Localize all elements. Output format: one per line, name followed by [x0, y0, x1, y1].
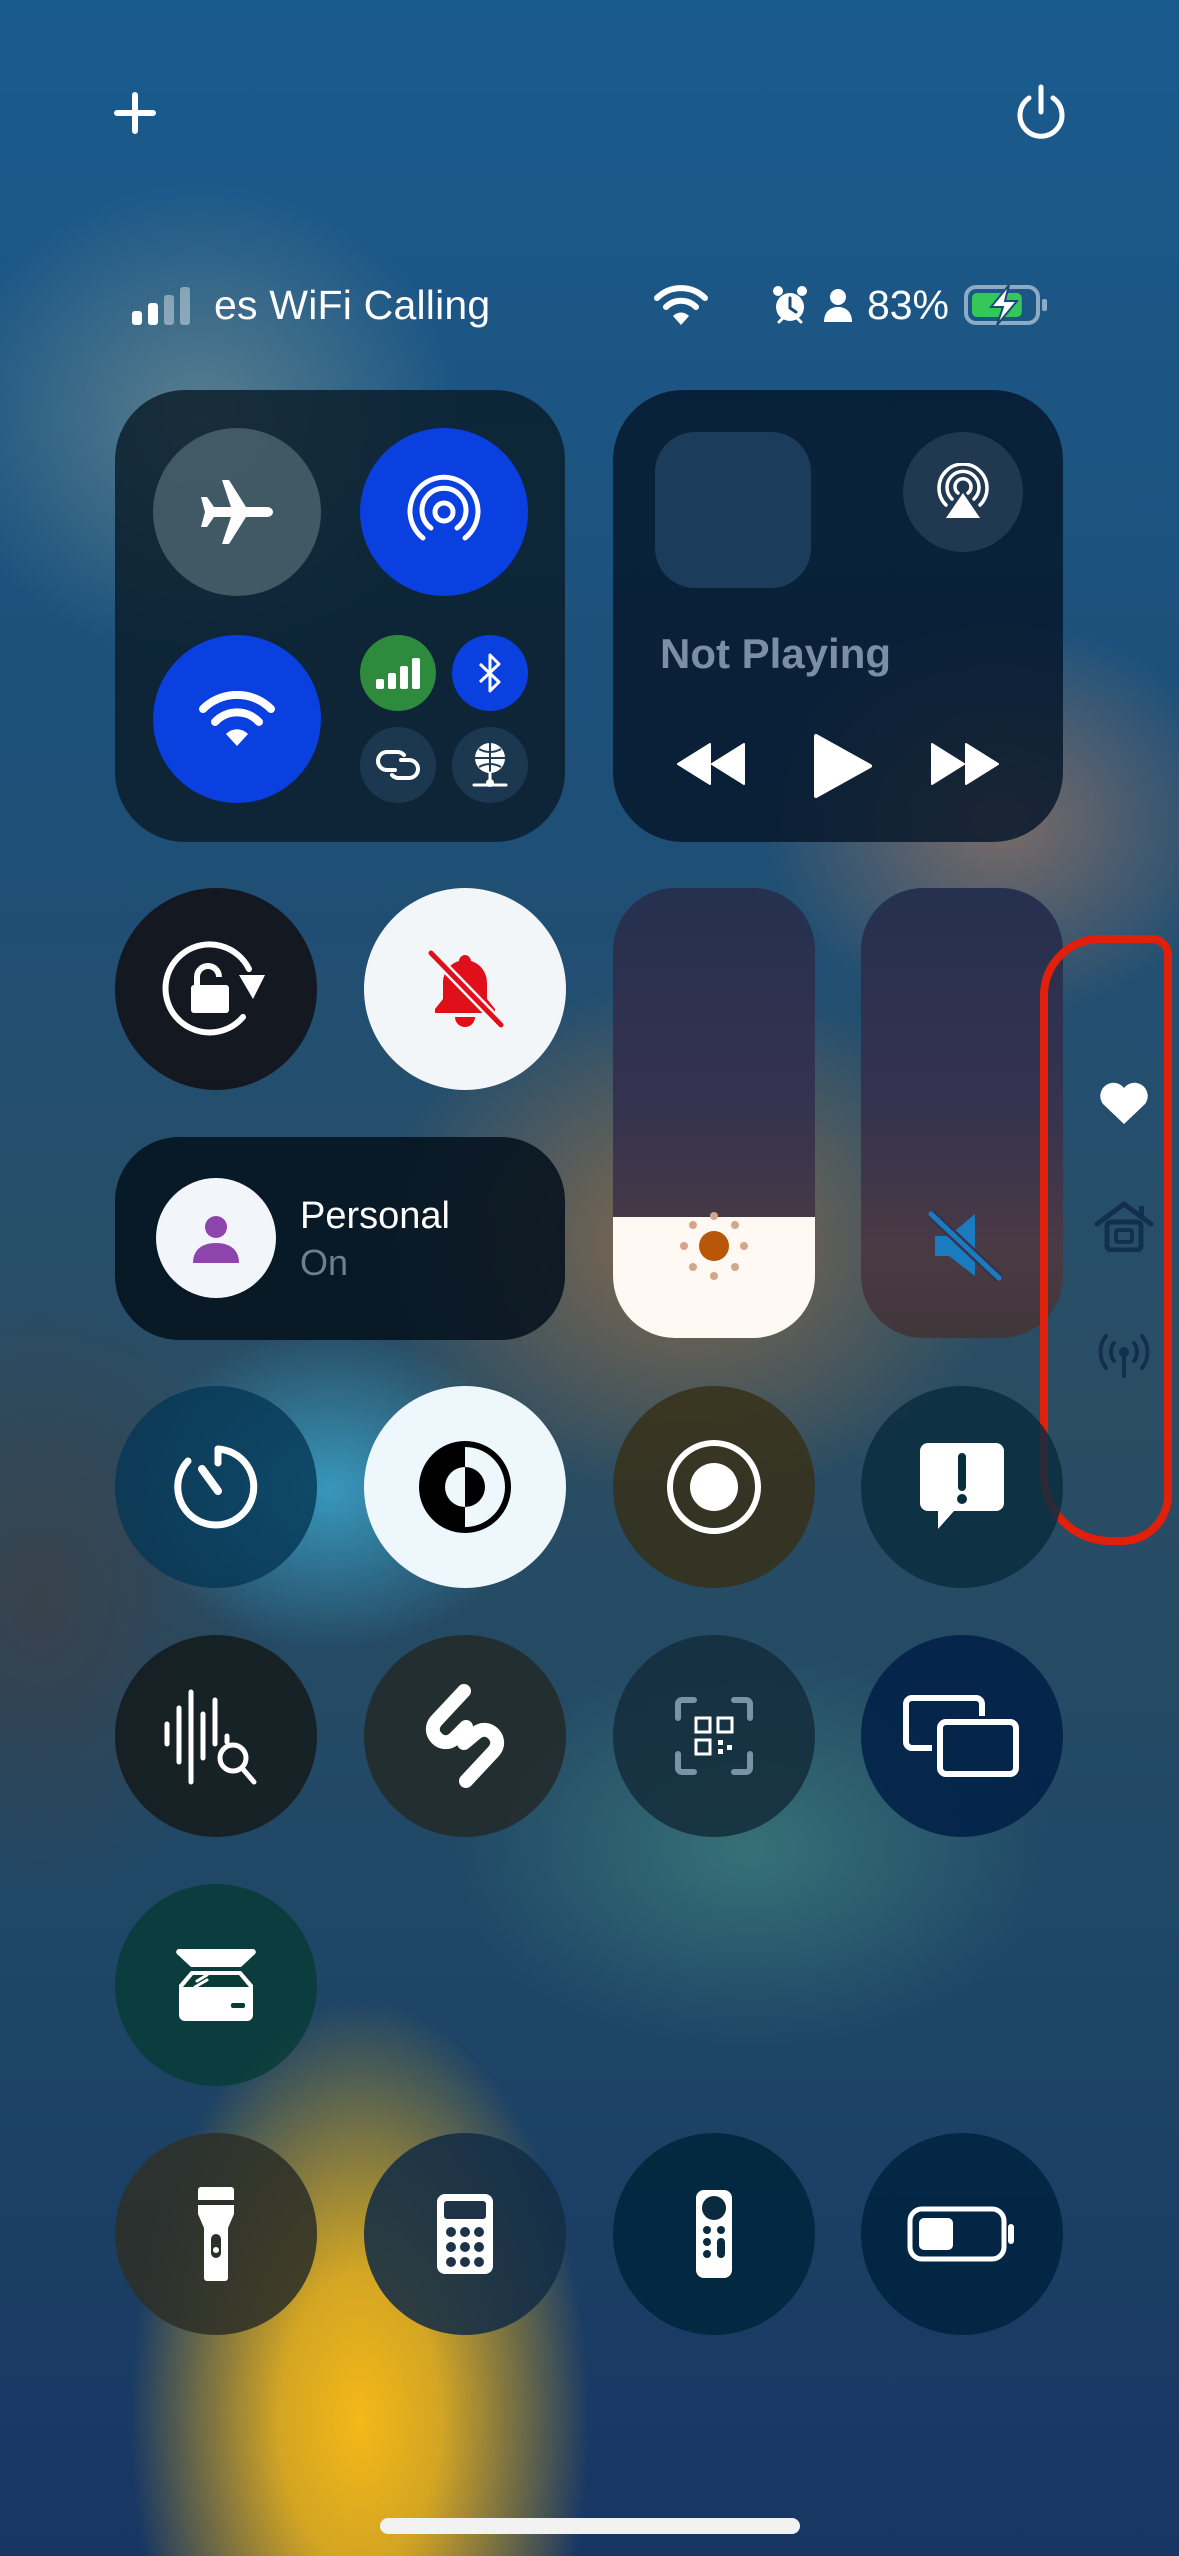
plus-icon: [114, 92, 156, 134]
scanner-icon: [176, 1949, 256, 2021]
red-annotation-outline: [1040, 935, 1172, 1545]
screen-mirroring-button[interactable]: [861, 1635, 1063, 1837]
wifi-toggle[interactable]: [153, 635, 321, 803]
vpn-toggle[interactable]: [452, 727, 528, 803]
scan-document-button[interactable]: [115, 1884, 317, 2086]
timer-icon: [174, 1445, 258, 1529]
status-bar: es WiFi Calling 83%: [130, 270, 1049, 340]
airplane-mode-toggle[interactable]: [153, 428, 321, 596]
speaker-slash-icon: [927, 1210, 1003, 1282]
airplay-button[interactable]: [903, 432, 1023, 552]
low-power-mode-button[interactable]: [861, 2133, 1063, 2335]
focus-mode-tile[interactable]: [115, 1137, 565, 1340]
now-playing-title: Not Playing: [660, 630, 892, 677]
remote-icon: [696, 2190, 732, 2278]
wifi-icon: [653, 285, 708, 325]
power-icon: [1017, 84, 1065, 139]
wifi-icon: [199, 691, 275, 746]
calculator-icon: [437, 2194, 493, 2274]
cellular-data-toggle[interactable]: [360, 635, 436, 711]
flashlight-icon: [198, 2187, 234, 2281]
signal-strength-icon: [132, 287, 190, 325]
shazam-icon: [425, 1684, 505, 1788]
bluetooth-toggle[interactable]: [452, 635, 528, 711]
add-control-button[interactable]: [100, 78, 170, 148]
battery-charging-icon: [964, 284, 1047, 326]
apple-tv-remote-button[interactable]: [613, 2133, 815, 2335]
focus-icon-container: [156, 1178, 276, 1298]
silent-mode-toggle[interactable]: [364, 888, 566, 1090]
airplane-icon: [201, 480, 273, 544]
cellular-icon: [376, 658, 420, 689]
fast-forward-icon: [931, 743, 999, 785]
screen-mirroring-icon: [903, 1695, 1019, 1777]
person-icon: [193, 1216, 239, 1263]
album-artwork-placeholder: [655, 432, 811, 588]
rewind-icon: [677, 743, 745, 785]
calculator-button[interactable]: [364, 2133, 566, 2335]
person-icon: [823, 289, 852, 322]
code-scanner-button[interactable]: [613, 1635, 815, 1837]
play-button[interactable]: [812, 732, 874, 805]
feedback-button[interactable]: [861, 1386, 1063, 1588]
focus-name: Personal: [300, 1195, 450, 1237]
personal-hotspot-toggle[interactable]: [360, 727, 436, 803]
power-button[interactable]: [1006, 78, 1076, 148]
airplay-icon: [937, 463, 989, 518]
sound-recognition-button[interactable]: [115, 1635, 317, 1837]
sound-recognition-icon: [164, 1689, 257, 1785]
rotation-lock-icon: [162, 941, 265, 1036]
screen-recording-button[interactable]: [613, 1386, 815, 1588]
qr-scanner-icon: [675, 1697, 753, 1775]
record-icon: [667, 1440, 761, 1534]
dark-mode-icon: [419, 1441, 511, 1533]
fast-forward-button[interactable]: [930, 742, 1000, 791]
connectivity-panel: [115, 390, 565, 842]
link-icon: [376, 750, 420, 780]
bluetooth-icon: [478, 653, 501, 693]
carrier-label: es WiFi Calling: [214, 281, 491, 328]
globe-network-icon: [472, 743, 508, 787]
feedback-icon: [920, 1443, 1004, 1529]
bell-slash-icon: [427, 949, 505, 1029]
play-icon: [814, 734, 872, 798]
battery-icon: [907, 2206, 1014, 2262]
orientation-lock-toggle[interactable]: [115, 888, 317, 1090]
rewind-button[interactable]: [676, 742, 746, 791]
timer-button[interactable]: [115, 1386, 317, 1588]
alarm-icon: [772, 286, 807, 324]
home-indicator[interactable]: [380, 2518, 800, 2534]
battery-percentage: 83%: [866, 281, 949, 328]
brightness-slider[interactable]: [613, 888, 815, 1338]
shazam-button[interactable]: [364, 1635, 566, 1837]
sun-icon: [680, 1212, 748, 1280]
focus-status: On: [300, 1242, 349, 1283]
volume-slider[interactable]: [861, 888, 1063, 1338]
airdrop-icon: [407, 474, 481, 541]
airdrop-toggle[interactable]: [360, 428, 528, 596]
dark-mode-toggle[interactable]: [364, 1386, 566, 1588]
flashlight-button[interactable]: [115, 2133, 317, 2335]
